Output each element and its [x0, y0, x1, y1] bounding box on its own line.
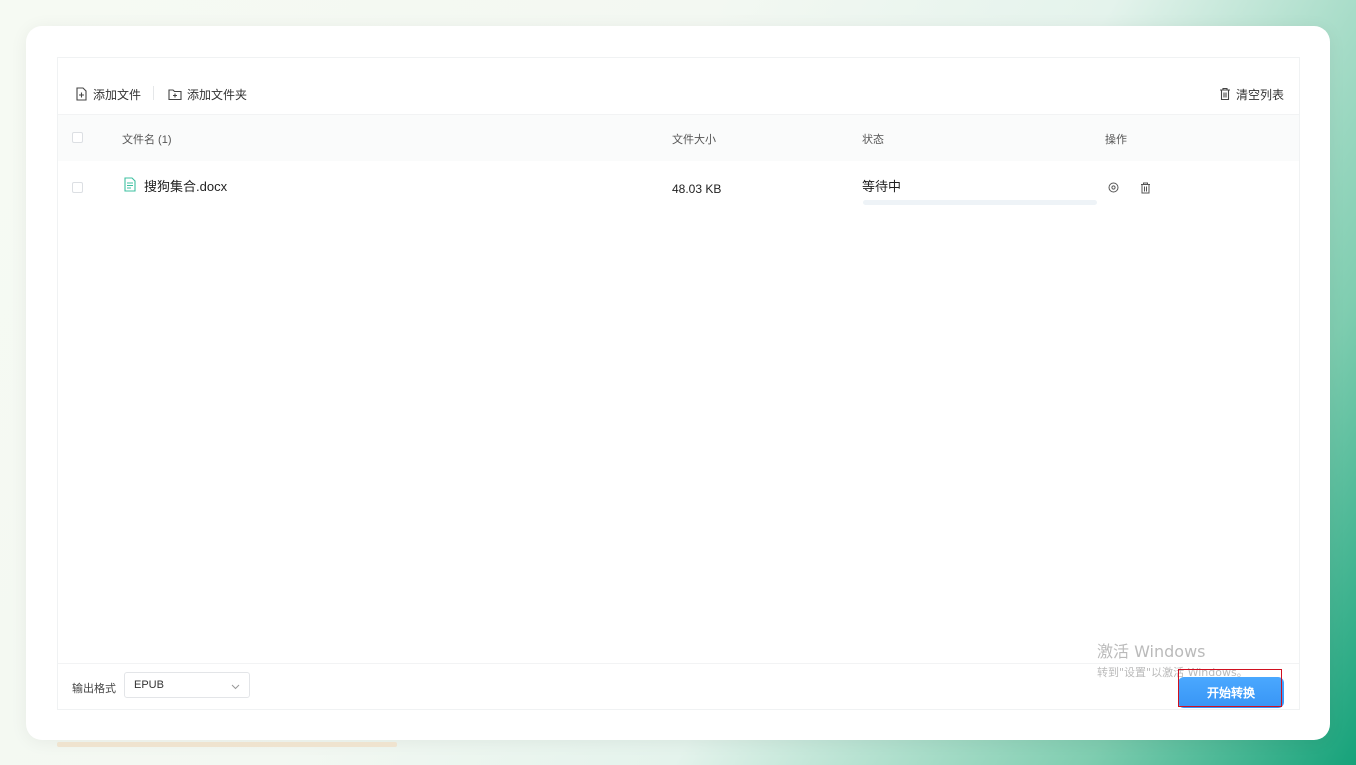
delete-icon[interactable]	[1140, 182, 1151, 197]
output-format-label: 输出格式	[72, 683, 116, 695]
add-file-icon	[75, 87, 88, 101]
preview-icon[interactable]	[1108, 182, 1119, 196]
file-size: 48.03 KB	[672, 182, 722, 196]
progress-bar	[863, 200, 1097, 205]
table-row: 搜狗集合.docx 48.03 KB 等待中	[58, 161, 1299, 213]
app-window: 添加文件 添加文件夹 清空列表 文件名 (1) 文件大小 状态 操作 搜狗集合.…	[26, 26, 1330, 740]
header-actions: 操作	[1105, 134, 1127, 146]
status-text: 等待中	[862, 179, 902, 194]
trash-icon	[1219, 87, 1231, 101]
header-filename: 文件名 (1)	[122, 134, 172, 146]
watermark-title: 激活 Windows	[1097, 642, 1206, 661]
start-conversion-button[interactable]: 开始转换	[1178, 677, 1284, 708]
toolbar-divider	[153, 86, 154, 100]
add-file-label: 添加文件	[93, 87, 142, 102]
windows-activation-watermark: 激活 Windows 转到"设置"以激活 Windows。	[1097, 638, 1248, 680]
output-format-select[interactable]: EPUB	[124, 672, 250, 698]
file-name: 搜狗集合.docx	[144, 179, 228, 194]
add-folder-label: 添加文件夹	[187, 87, 248, 102]
add-folder-button[interactable]: 添加文件夹	[168, 84, 247, 104]
horizontal-scrollbar[interactable]	[57, 742, 397, 747]
clear-list-label: 清空列表	[1235, 87, 1284, 102]
add-file-button[interactable]: 添加文件	[75, 84, 141, 104]
output-format-value: EPUB	[134, 679, 164, 691]
clear-list-button[interactable]: 清空列表	[1219, 84, 1284, 104]
add-folder-icon	[168, 88, 182, 101]
row-checkbox[interactable]	[72, 182, 83, 193]
file-list-panel: 添加文件 添加文件夹 清空列表 文件名 (1) 文件大小 状态 操作 搜狗集合.…	[57, 57, 1300, 710]
chevron-down-icon	[231, 681, 240, 693]
toolbar: 添加文件 添加文件夹 清空列表	[58, 58, 1299, 115]
header-filesize: 文件大小	[672, 134, 716, 146]
document-icon	[124, 176, 136, 195]
header-status: 状态	[862, 134, 884, 146]
select-all-checkbox[interactable]	[72, 132, 83, 143]
file-name-cell: 搜狗集合.docx	[124, 176, 227, 195]
table-header: 文件名 (1) 文件大小 状态 操作	[58, 115, 1299, 161]
